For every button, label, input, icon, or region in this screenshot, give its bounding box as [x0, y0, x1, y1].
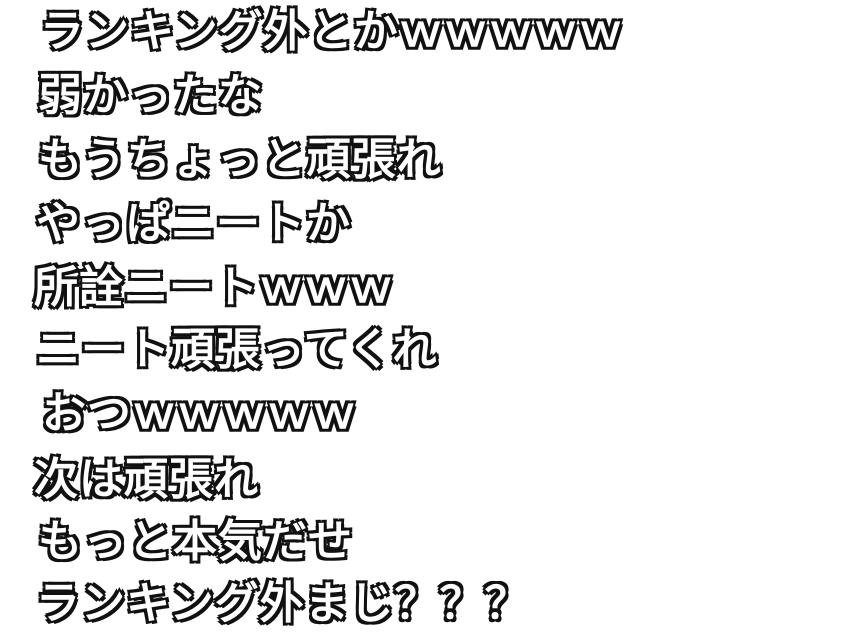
comment-canvas: ランキング外とかｗｗｗｗｗ 弱かったな もうちょっと頑張れ やっぱニートか 所詮…: [0, 0, 864, 640]
comment-line: ランキング外とかｗｗｗｗｗ: [38, 4, 625, 59]
comment-line: もっと本気だせ: [36, 514, 354, 569]
comment-line: ニート頑張ってくれ: [34, 322, 438, 377]
comment-line: もうちょっと頑張れ: [36, 132, 443, 187]
comment-line: 次は頑張れ: [32, 452, 260, 507]
comment-line: 所詮ニートｗｗｗ: [32, 260, 395, 315]
comment-line: やっぱニートか: [34, 196, 352, 251]
comment-line: おつｗｗｗｗｗ: [40, 386, 358, 441]
comment-line: 弱かったな: [36, 68, 264, 123]
comment-line: ランキング外まじ？？？: [34, 576, 531, 631]
